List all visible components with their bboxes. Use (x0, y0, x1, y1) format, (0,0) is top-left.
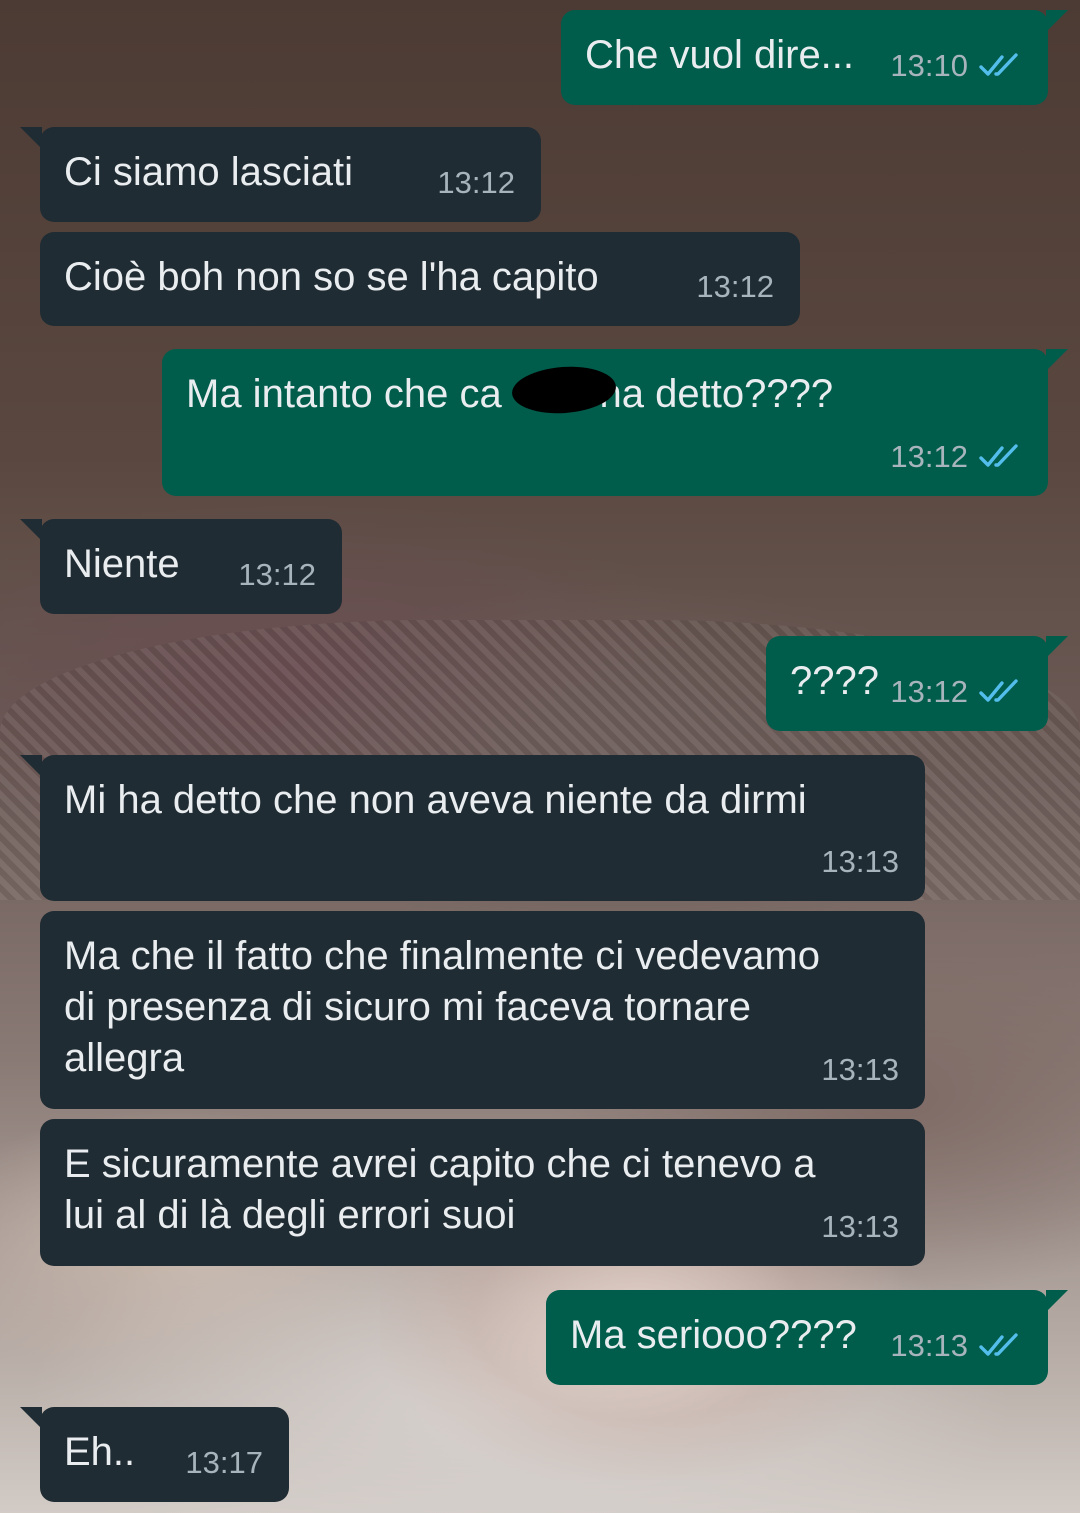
read-ticks-icon (979, 678, 1018, 702)
message-time: 13:13 (821, 1052, 899, 1087)
message-time: 13:13 (821, 844, 899, 879)
message-time: 13:12 (890, 439, 968, 474)
message-text: E sicuramente avrei capito che ci tenevo… (64, 1142, 816, 1237)
bubble-tail (1046, 1290, 1068, 1312)
message-incoming[interactable]: Ci siamo lasciati 13:12 (20, 127, 541, 222)
message-incoming[interactable]: Eh.. 13:17 (20, 1407, 289, 1502)
message-text: Cioè boh non so se l'ha capito (64, 255, 599, 299)
message-time: 13:13 (890, 1328, 968, 1363)
message-time: 13:12 (238, 557, 316, 592)
message-text: Ci siamo lasciati (64, 150, 353, 194)
message-meta: 13:10 (890, 40, 1022, 91)
message-text: Che vuol dire... (585, 33, 855, 77)
message-meta: 13:12 (238, 549, 316, 600)
bubble-tail (20, 1407, 42, 1429)
message-incoming[interactable]: Cioè boh non so se l'ha capito 13:12 (40, 232, 800, 326)
message-meta: 13:12 (437, 157, 515, 208)
bubble-tail (20, 519, 42, 541)
message-text: ???? (790, 659, 879, 703)
message-incoming[interactable]: E sicuramente avrei capito che ci tenevo… (40, 1119, 925, 1266)
message-text: Ma seriooo???? (570, 1313, 857, 1357)
message-time: 13:12 (890, 674, 968, 709)
read-ticks-icon (979, 1332, 1018, 1356)
bubble-tail (20, 127, 42, 149)
message-outgoing[interactable]: Che vuol dire... 13:10 (561, 10, 1068, 105)
bubble-tail (1046, 636, 1068, 658)
message-meta: 13:13 (890, 1320, 1022, 1371)
message-time: 13:17 (185, 1445, 263, 1480)
message-text: Eh.. (64, 1430, 136, 1474)
message-outgoing[interactable]: ???? 13:12 (766, 636, 1068, 731)
bubble-tail (20, 755, 42, 777)
read-ticks-icon (979, 52, 1018, 76)
message-text: Ma che il fatto che finalmente ci vedeva… (64, 934, 820, 1080)
message-outgoing[interactable]: Ma intanto che ca ti ha detto???? 13:12 (162, 349, 1068, 496)
message-time: 13:12 (696, 269, 774, 304)
message-meta: 13:17 (185, 1437, 263, 1488)
message-incoming[interactable]: Niente 13:12 (20, 519, 342, 614)
bubble-tail (1046, 10, 1068, 32)
message-time: 13:13 (821, 1209, 899, 1244)
message-text: Ma intanto che ca ti ha detto???? (186, 372, 834, 416)
message-meta: 13:13 (821, 836, 899, 887)
message-time: 13:12 (437, 165, 515, 200)
read-ticks-icon (979, 443, 1018, 467)
message-meta: 13:12 (696, 261, 774, 312)
message-text: Mi ha detto che non aveva niente da dirm… (64, 778, 807, 822)
message-meta: 13:12 (890, 431, 1022, 482)
chat-conversation[interactable]: Che vuol dire... 13:10 Ci siamo lasciati… (0, 0, 1080, 1513)
message-incoming[interactable]: Mi ha detto che non aveva niente da dirm… (20, 755, 925, 901)
message-incoming[interactable]: Ma che il fatto che finalmente ci vedeva… (40, 911, 925, 1109)
message-meta: 13:13 (821, 1044, 899, 1095)
message-text: Niente (64, 542, 180, 586)
bubble-tail (1046, 349, 1068, 371)
message-time: 13:10 (890, 48, 968, 83)
message-meta: 13:12 (890, 666, 1022, 717)
message-outgoing[interactable]: Ma seriooo???? 13:13 (546, 1290, 1068, 1385)
message-meta: 13:13 (821, 1201, 899, 1252)
